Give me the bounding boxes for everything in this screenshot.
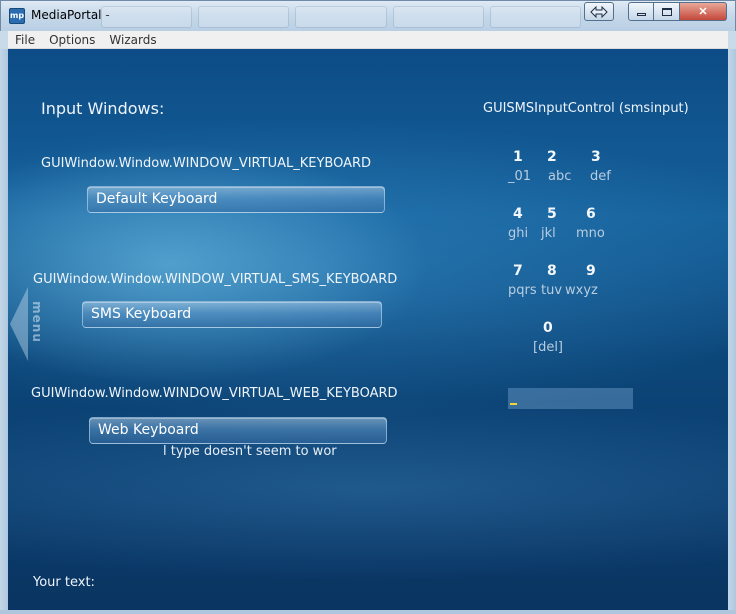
key-1-letters: _01 <box>508 169 532 184</box>
close-icon: ✕ <box>698 6 708 18</box>
key-3-digit: 3 <box>591 149 601 165</box>
ghost-tab <box>101 6 193 28</box>
your-text-label: Your text: <box>33 575 95 590</box>
sms-keyboard-caption: GUIWindow.Window.WINDOW_VIRTUAL_SMS_KEYB… <box>33 272 398 287</box>
key-8-letters: tuv <box>541 283 563 298</box>
key-6-letters: mno <box>576 226 605 241</box>
ghost-tab <box>295 6 387 28</box>
menu-side-tab[interactable]: menu <box>10 287 44 362</box>
sms-control-title: GUISMSInputControl (smsinput) <box>483 101 689 116</box>
input-windows-heading: Input Windows: <box>41 99 165 118</box>
key-5-letters: jkl <box>541 226 556 241</box>
key-5-digit: 5 <box>547 206 557 222</box>
title-bar: mp MediaPortal - ✕ <box>0 0 736 31</box>
window-frame-left <box>0 49 8 614</box>
key-0-letters: [del] <box>533 340 564 355</box>
background-taskbar-ghost <box>101 6 582 28</box>
key-0-digit: 0 <box>543 320 553 336</box>
virtual-keyboard-caption: GUIWindow.Window.WINDOW_VIRTUAL_KEYBOARD <box>41 156 372 171</box>
key-7-digit: 7 <box>513 263 523 279</box>
menu-file[interactable]: File <box>8 31 42 48</box>
window-frame-bottom <box>0 610 736 614</box>
menu-wizards[interactable]: Wizards <box>102 31 163 48</box>
sms-input-field[interactable] <box>508 388 633 409</box>
key-3-letters: def <box>590 169 611 184</box>
minimize-icon <box>636 13 646 16</box>
key-1-digit: 1 <box>513 149 523 165</box>
mediaportal-screen: Input Windows: GUISMSInputControl (smsin… <box>8 49 728 610</box>
sms-keyboard-button[interactable]: SMS Keyboard <box>82 301 382 328</box>
maximize-button[interactable] <box>654 2 680 21</box>
menu-options[interactable]: Options <box>42 31 102 48</box>
back-arrow-button[interactable] <box>584 2 614 21</box>
web-keyboard-button[interactable]: Web Keyboard <box>89 417 387 444</box>
minimize-button[interactable] <box>628 2 654 21</box>
key-9-digit: 9 <box>586 263 596 279</box>
maximize-icon <box>661 7 672 16</box>
text-caret <box>510 403 517 405</box>
menu-arrow-icon <box>10 287 28 361</box>
scrolling-text: l type doesn't seem to wor <box>163 444 337 459</box>
double-arrow-icon <box>590 5 608 18</box>
menu-tab-label: menu <box>29 301 44 343</box>
key-7-letters: pqrs <box>508 283 537 298</box>
web-keyboard-caption: GUIWindow.Window.WINDOW_VIRTUAL_WEB_KEYB… <box>31 386 398 401</box>
default-keyboard-button[interactable]: Default Keyboard <box>87 186 385 213</box>
ghost-tab <box>198 6 290 28</box>
key-9-letters: wxyz <box>565 283 598 298</box>
menu-bar: File Options Wizards <box>8 31 728 49</box>
ghost-tab <box>392 6 484 28</box>
window-frame-right <box>728 49 736 614</box>
key-2-letters: abc <box>548 169 572 184</box>
close-button[interactable]: ✕ <box>680 2 727 21</box>
key-8-digit: 8 <box>547 263 557 279</box>
ghost-tab <box>489 6 582 28</box>
window-title: MediaPortal - <box>31 8 110 22</box>
key-2-digit: 2 <box>547 149 557 165</box>
key-4-digit: 4 <box>513 206 523 222</box>
key-6-digit: 6 <box>586 206 596 222</box>
key-4-letters: ghi <box>508 226 529 241</box>
mediaportal-app-icon: mp <box>9 8 25 24</box>
